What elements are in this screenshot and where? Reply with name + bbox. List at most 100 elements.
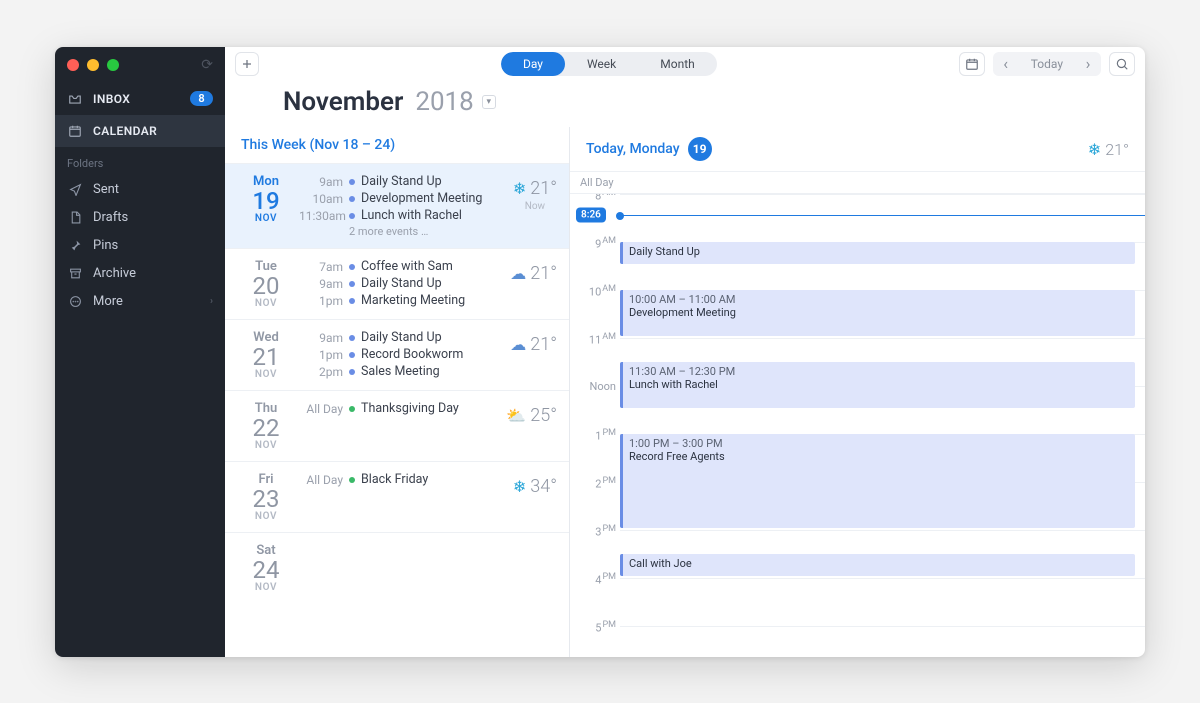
folder-pins[interactable]: Pins	[55, 232, 225, 260]
month-picker-button[interactable]: ▾	[482, 95, 496, 109]
hour-label: 3PM	[576, 524, 616, 539]
timeline-event[interactable]: 1:00 PM – 3:00 PM Record Free Agents	[620, 434, 1135, 528]
window-maximize-button[interactable]	[107, 59, 119, 71]
event-title: Record Bookworm	[361, 347, 463, 362]
event-time: 10am	[299, 192, 343, 206]
folder-archive[interactable]: Archive	[55, 260, 225, 288]
view-switcher: Day Week Month	[501, 52, 717, 76]
now-label: Now	[525, 201, 545, 212]
event-title: Daily Stand Up	[361, 174, 442, 189]
folder-sent[interactable]: Sent	[55, 176, 225, 204]
now-indicator	[620, 215, 1145, 216]
timeline[interactable]: 8AM9AM10AM11AMNoon1PM2PM3PM4PM5PM Daily …	[570, 194, 1145, 656]
sync-icon[interactable]: ⟳	[201, 57, 213, 73]
timeline-event-title: Call with Joe	[629, 557, 1129, 570]
event-time: All Day	[299, 402, 343, 416]
more-events-label[interactable]: 2 more events …	[299, 225, 557, 238]
timeline-event[interactable]: 11:30 AM – 12:30 PM Lunch with Rachel	[620, 362, 1135, 408]
event-dot-icon	[349, 406, 355, 412]
pin-icon	[67, 239, 83, 252]
timeline-event-title: Development Meeting	[629, 306, 1129, 319]
date-column: Thu 22 NOV	[237, 401, 295, 451]
event-time: 9am	[299, 277, 343, 291]
window-close-button[interactable]	[67, 59, 79, 71]
month-abbrev: NOV	[237, 582, 295, 593]
month-abbrev: NOV	[237, 440, 295, 451]
nav-calendar[interactable]: CALENDAR	[55, 115, 225, 147]
mini-calendar-button[interactable]	[959, 52, 985, 76]
date-column: Sat 24 NOV	[237, 543, 295, 593]
week-header: This Week (Nov 18 – 24)	[225, 127, 569, 163]
day-cell[interactable]: Tue 20 NOV 7am Coffee with Sam 9am Daily…	[225, 248, 569, 319]
day-number: 20	[237, 274, 295, 298]
day-temperature: 25°	[530, 405, 557, 426]
archive-icon	[67, 267, 83, 280]
day-cell[interactable]: Thu 22 NOV All Day Thanksgiving Day ⛅25°	[225, 390, 569, 461]
week-column: This Week (Nov 18 – 24) Mon 19 NOV 9am D…	[225, 127, 570, 656]
event-time: 7am	[299, 260, 343, 274]
document-icon	[67, 211, 83, 224]
agenda-temperature: 21°	[1105, 140, 1129, 159]
weather-pill: ❄21° Now	[513, 178, 557, 212]
sidebar: ⟳ INBOX 8 CALENDAR Folders Sent	[55, 47, 225, 657]
event-time: All Day	[299, 473, 343, 487]
hour-row: 8AM	[620, 194, 1145, 242]
date-column: Fri 23 NOV	[237, 472, 295, 522]
month-abbrev: NOV	[237, 511, 295, 522]
nav-inbox[interactable]: INBOX 8	[55, 83, 225, 115]
view-day-button[interactable]: Day	[501, 52, 565, 76]
timeline-event-title: Daily Stand Up	[629, 245, 1129, 258]
day-cell[interactable]: Fri 23 NOV All Day Black Friday ❄34°	[225, 461, 569, 532]
weather-pill: ☁21°	[510, 334, 557, 355]
new-event-button[interactable]	[235, 52, 259, 76]
day-cell[interactable]: Wed 21 NOV 9am Daily Stand Up 1pm Record…	[225, 319, 569, 390]
view-week-button[interactable]: Week	[565, 52, 638, 76]
hour-label: 5PM	[576, 620, 616, 635]
hour-row: 5PM	[620, 626, 1145, 656]
event-title: Sales Meeting	[361, 364, 440, 379]
view-month-button[interactable]: Month	[638, 52, 716, 76]
event-dot-icon	[349, 213, 355, 219]
timeline-event-title: Record Free Agents	[629, 450, 1129, 463]
weather-pill: ❄34°	[513, 476, 557, 497]
window-minimize-button[interactable]	[87, 59, 99, 71]
timeline-event[interactable]: Call with Joe	[620, 554, 1135, 576]
day-cell[interactable]: Sat 24 NOV	[225, 532, 569, 603]
paper-plane-icon	[67, 183, 83, 196]
day-number: 24	[237, 558, 295, 582]
sun-icon: ⛅	[506, 406, 526, 425]
date-navigator: ‹ Today ›	[993, 52, 1101, 76]
folder-label: Archive	[93, 266, 136, 281]
folder-drafts[interactable]: Drafts	[55, 204, 225, 232]
today-button[interactable]: Today	[1019, 57, 1075, 71]
folder-more[interactable]: More ›	[55, 288, 225, 316]
day-list: Mon 19 NOV 9am Daily Stand Up 10am Devel…	[225, 163, 569, 656]
day-cell[interactable]: Mon 19 NOV 9am Daily Stand Up 10am Devel…	[225, 163, 569, 248]
timeline-event[interactable]: 10:00 AM – 11:00 AM Development Meeting	[620, 290, 1135, 336]
month-abbrev: NOV	[237, 298, 295, 309]
prev-button[interactable]: ‹	[993, 52, 1019, 76]
event-row[interactable]: 1pm Marketing Meeting	[299, 293, 557, 308]
timeline-event-title: Lunch with Rachel	[629, 378, 1129, 391]
ellipsis-icon	[67, 295, 83, 308]
next-button[interactable]: ›	[1075, 52, 1101, 76]
day-number: 22	[237, 416, 295, 440]
hour-label: 2PM	[576, 476, 616, 491]
event-time: 9am	[299, 331, 343, 345]
hour-label: 1PM	[576, 428, 616, 443]
toolbar: Day Week Month ‹ Today ›	[225, 47, 1145, 82]
event-title: Development Meeting	[361, 191, 482, 206]
search-button[interactable]	[1109, 52, 1135, 76]
event-row[interactable]: 2pm Sales Meeting	[299, 364, 557, 379]
event-time: 2pm	[299, 365, 343, 379]
hour-label: 10AM	[576, 284, 616, 299]
timeline-event-time: 10:00 AM – 11:00 AM	[629, 293, 1129, 306]
day-temperature: 21°	[530, 334, 557, 355]
event-dot-icon	[349, 281, 355, 287]
weather-pill: ⛅25°	[506, 405, 557, 426]
event-time: 9am	[299, 175, 343, 189]
month-abbrev: NOV	[237, 369, 295, 380]
timeline-event[interactable]: Daily Stand Up	[620, 242, 1135, 264]
event-dot-icon	[349, 335, 355, 341]
event-title: Lunch with Rachel	[361, 208, 462, 223]
